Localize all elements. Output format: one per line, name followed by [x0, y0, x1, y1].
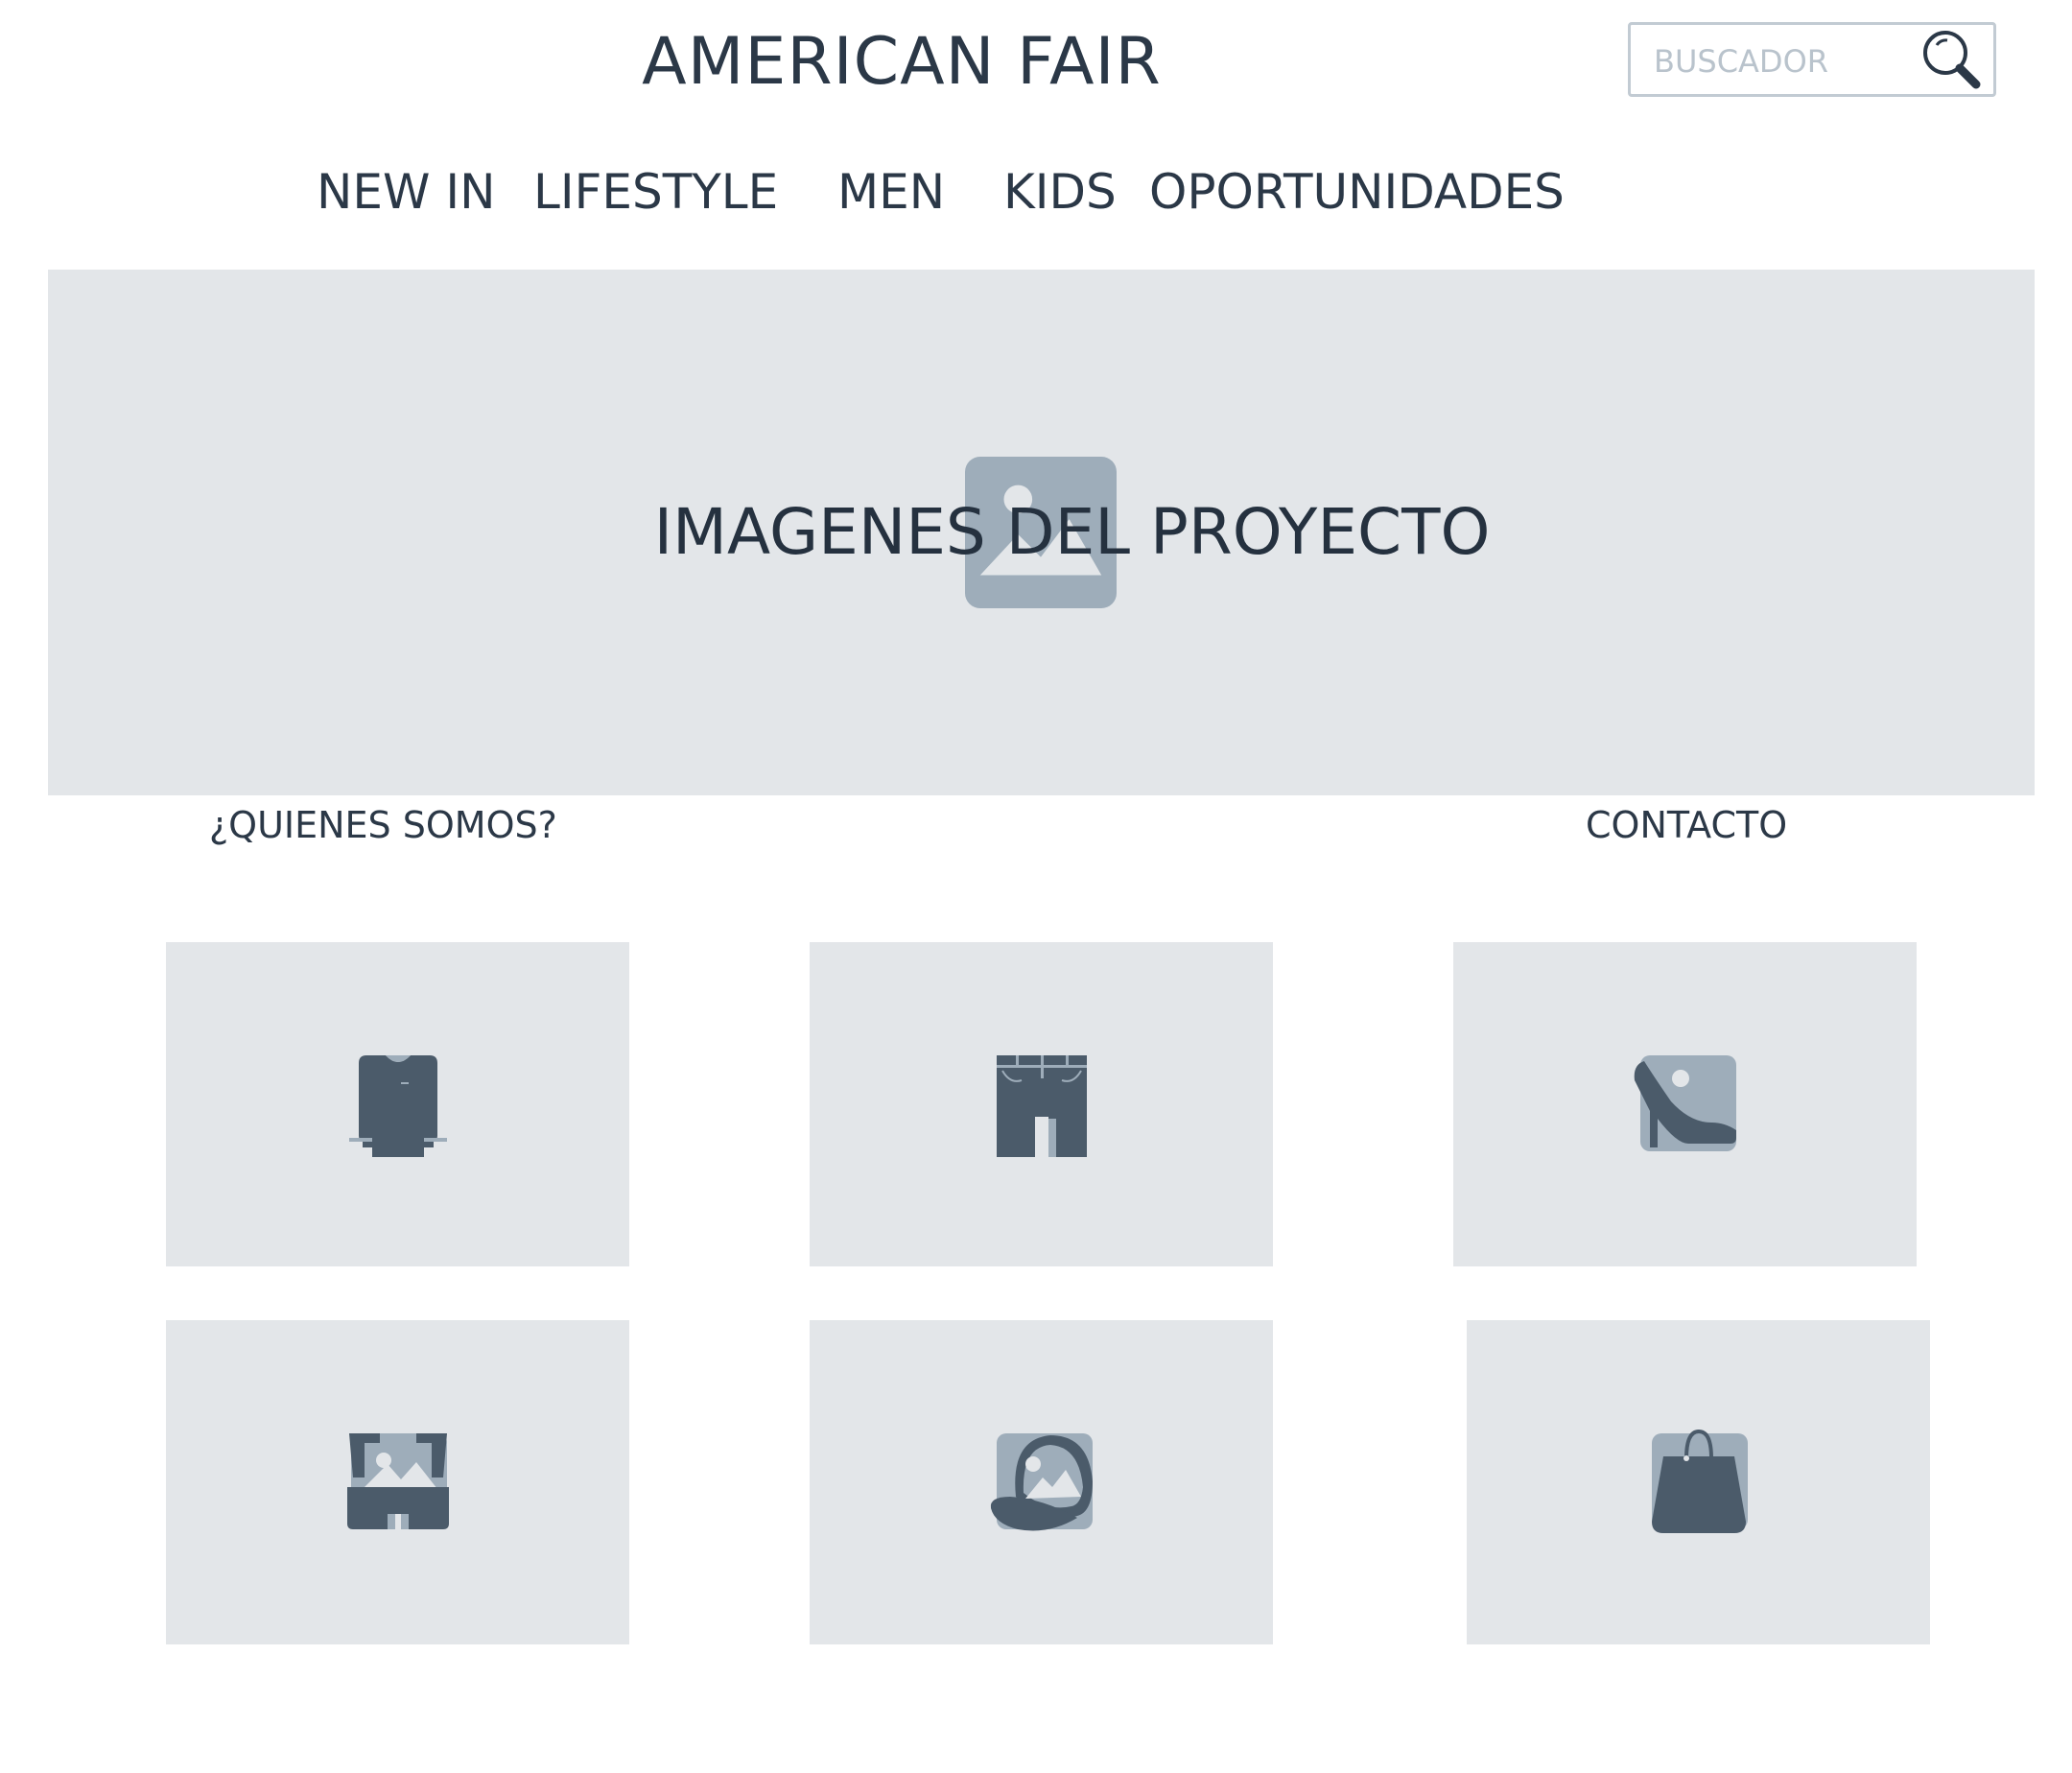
nav-item-men[interactable]: MEN: [837, 163, 945, 221]
cap-icon: [990, 1433, 1093, 1531]
nav-item-new-in[interactable]: NEW IN: [317, 163, 495, 221]
category-card-jeans-shorts[interactable]: [810, 942, 1273, 1266]
about-link[interactable]: ¿QUIENES SOMOS?: [209, 801, 557, 849]
jeans-shorts-icon: [996, 1055, 1087, 1157]
category-card-handbag[interactable]: [1467, 1320, 1930, 1644]
nav-item-kids[interactable]: KIDS: [1003, 163, 1117, 221]
hero-caption: IMAGENES DEL PROYECTO: [653, 495, 1491, 569]
category-card-sweater[interactable]: [166, 942, 629, 1266]
search-box[interactable]: [1628, 22, 1996, 97]
category-card-high-heel[interactable]: [1453, 942, 1917, 1266]
sweater-icon: [348, 1055, 447, 1157]
search-icon[interactable]: [1919, 27, 1986, 94]
swim-shorts-icon: [346, 1433, 449, 1529]
high-heel-icon: [1634, 1055, 1736, 1151]
handbag-icon: [1651, 1430, 1748, 1533]
search-input[interactable]: [1652, 36, 1905, 86]
category-card-swim-shorts[interactable]: [166, 1320, 629, 1644]
nav-item-lifestyle[interactable]: LIFESTYLE: [533, 163, 778, 221]
nav-item-oportunidades[interactable]: OPORTUNIDADES: [1149, 163, 1565, 221]
brand-title[interactable]: AMERICAN FAIR: [0, 24, 1803, 101]
contact-link[interactable]: CONTACTO: [1586, 801, 1787, 849]
category-card-cap[interactable]: [810, 1320, 1273, 1644]
